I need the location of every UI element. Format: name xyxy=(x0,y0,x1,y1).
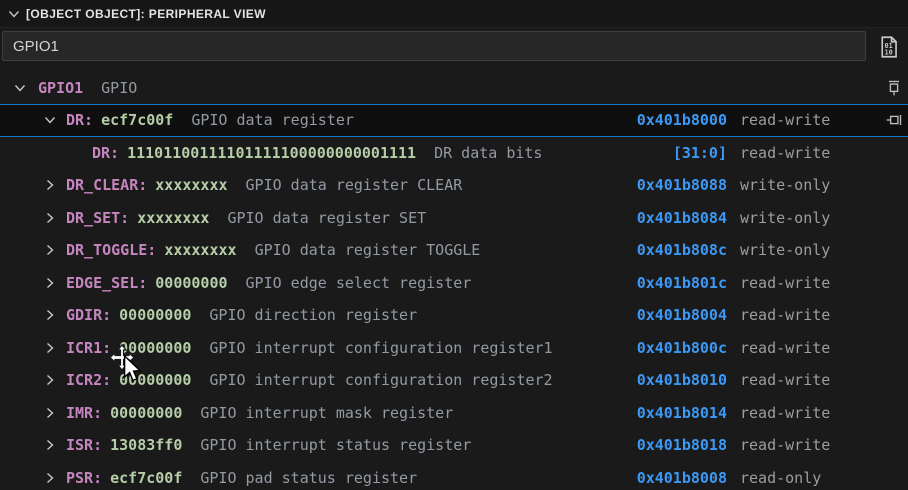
register-description: GPIO interrupt mask register xyxy=(200,404,453,422)
register-description: GPIO interrupt configuration register1 xyxy=(209,339,552,357)
chevron-right-icon[interactable] xyxy=(42,372,58,388)
register-access: read-write xyxy=(740,436,840,454)
register-description: GPIO direction register xyxy=(209,306,417,324)
register-value: 13083ff0 xyxy=(110,436,182,454)
register-value: 00000000 xyxy=(155,274,227,292)
register-description: DR data bits xyxy=(434,144,542,162)
register-address: 0x401b8014 xyxy=(637,404,727,422)
register-access: write-only xyxy=(740,209,840,227)
register-name: IMR: xyxy=(66,404,102,422)
register-name: DR_CLEAR: xyxy=(66,176,147,194)
register-name: PSR: xyxy=(66,469,102,487)
tree-row-dr[interactable]: DR: ecf7c00f GPIO data register 0x401b8000 r… xyxy=(0,104,908,137)
chevron-right-icon[interactable] xyxy=(42,242,58,258)
register-address: 0x401b8008 xyxy=(637,469,727,487)
panel-title: [OBJECT OBJECT]: PERIPHERAL VIEW xyxy=(26,7,266,21)
register-address: 0x401b808c xyxy=(637,241,727,259)
register-tree: GPIO1 GPIO DR: ecf7c00f GPIO data register 0… xyxy=(0,72,908,490)
search-input[interactable] xyxy=(2,31,866,61)
register-value: 00000000 xyxy=(119,371,191,389)
register-name: ISR: xyxy=(66,436,102,454)
register-access: read-write xyxy=(740,371,840,389)
chevron-down-icon[interactable] xyxy=(12,80,28,96)
register-address: 0x401b8000 xyxy=(637,111,727,129)
register-address: 0x401b800c xyxy=(637,339,727,357)
register-description: GPIO pad status register xyxy=(200,469,417,487)
register-name: DR_SET: xyxy=(66,209,129,227)
register-address: 0x401b8084 xyxy=(637,209,727,227)
register-description: GPIO interrupt status register xyxy=(200,436,471,454)
register-name: GPIO1 xyxy=(38,79,83,97)
register-access: read-write xyxy=(740,111,840,129)
tree-row-gdir[interactable]: GDIR: 00000000 GPIO direction register 0x40… xyxy=(0,299,908,332)
register-access: read-write xyxy=(740,274,840,292)
tree-row-dr_set[interactable]: DR_SET: xxxxxxxx GPIO data register SET 0x4… xyxy=(0,202,908,235)
tree-row-edge_sel[interactable]: EDGE_SEL: 00000000 GPIO edge select regist… xyxy=(0,267,908,300)
panel-header[interactable]: [OBJECT OBJECT]: PERIPHERAL VIEW xyxy=(0,0,908,28)
pin-slot[interactable] xyxy=(840,79,908,97)
tree-row-dr_toggle[interactable]: DR_TOGGLE: xxxxxxxx GPIO data register TOG… xyxy=(0,234,908,267)
chevron-right-icon[interactable] xyxy=(42,437,58,453)
binary-file-icon: 01 10 xyxy=(877,35,901,59)
chevron-right-icon[interactable] xyxy=(42,405,58,421)
chevron-right-icon[interactable] xyxy=(42,307,58,323)
register-access: read-write xyxy=(740,306,840,324)
tree-row-icr2[interactable]: ICR2: 00000000 GPIO interrupt configuratio… xyxy=(0,364,908,397)
register-access: read-write xyxy=(740,144,840,162)
register-access: read-write xyxy=(740,404,840,422)
pin-icon xyxy=(885,111,903,129)
chevron-right-icon[interactable] xyxy=(42,470,58,486)
register-address: 0x401b8010 xyxy=(637,371,727,389)
register-access: read-only xyxy=(740,469,840,487)
register-value: 00000000 xyxy=(110,404,182,422)
register-value: 11101100111101111100000000001111 xyxy=(127,144,416,162)
register-address: 0x401b8004 xyxy=(637,306,727,324)
chevron-right-icon[interactable] xyxy=(42,177,58,193)
pin-slot[interactable] xyxy=(840,111,908,129)
chevron-right-icon[interactable] xyxy=(42,210,58,226)
binary-file-button[interactable]: 01 10 xyxy=(876,34,902,60)
register-value: xxxxxxxx xyxy=(155,176,227,194)
register-description: GPIO data register CLEAR xyxy=(246,176,463,194)
register-access: write-only xyxy=(740,176,840,194)
register-value: xxxxxxxx xyxy=(137,209,209,227)
register-name: DR_TOGGLE: xyxy=(66,241,156,259)
pin-icon xyxy=(885,79,903,97)
tree-row-gpio1[interactable]: GPIO1 GPIO xyxy=(0,72,908,105)
tree-row-isr[interactable]: ISR: 13083ff0 GPIO interrupt status regist… xyxy=(0,429,908,462)
register-value: 00000000 xyxy=(119,306,191,324)
tree-row-dr_clear[interactable]: DR_CLEAR: xxxxxxxx GPIO data register CLEA… xyxy=(0,169,908,202)
register-name: EDGE_SEL: xyxy=(66,274,147,292)
register-description: GPIO xyxy=(101,79,137,97)
register-address: 0x401b8018 xyxy=(637,436,727,454)
register-address: 0x401b8088 xyxy=(637,176,727,194)
tree-row-icr1[interactable]: ICR1: 00000000 GPIO interrupt configuratio… xyxy=(0,332,908,365)
register-name: GDIR: xyxy=(66,306,111,324)
register-name: DR: xyxy=(66,111,93,129)
register-name: ICR1: xyxy=(66,339,111,357)
chevron-right-icon[interactable] xyxy=(42,275,58,291)
register-address: 0x401b801c xyxy=(637,274,727,292)
register-description: GPIO data register TOGGLE xyxy=(255,241,481,259)
chevron-down-icon[interactable] xyxy=(42,112,58,128)
register-description: GPIO edge select register xyxy=(246,274,472,292)
register-description: GPIO data register xyxy=(191,111,354,129)
tree-row-imr[interactable]: IMR: 00000000 GPIO interrupt mask register… xyxy=(0,397,908,430)
register-name: ICR2: xyxy=(66,371,111,389)
register-access: read-write xyxy=(740,339,840,357)
register-value: 00000000 xyxy=(119,339,191,357)
chevron-down-icon xyxy=(6,6,22,22)
svg-text:10: 10 xyxy=(885,49,893,57)
register-description: GPIO interrupt configuration register2 xyxy=(209,371,552,389)
register-name: DR: xyxy=(92,144,119,162)
chevron-right-icon[interactable] xyxy=(42,340,58,356)
register-value: ecf7c00f xyxy=(110,469,182,487)
tree-row-psr[interactable]: PSR: ecf7c00f GPIO pad status register 0x40… xyxy=(0,462,908,490)
register-value: xxxxxxxx xyxy=(164,241,236,259)
register-access: write-only xyxy=(740,241,840,259)
register-value: ecf7c00f xyxy=(101,111,173,129)
register-description: GPIO data register SET xyxy=(227,209,426,227)
register-address: [31:0] xyxy=(673,144,727,162)
tree-row-dr[interactable]: DR: 11101100111101111100000000001111 DR da… xyxy=(0,137,908,170)
